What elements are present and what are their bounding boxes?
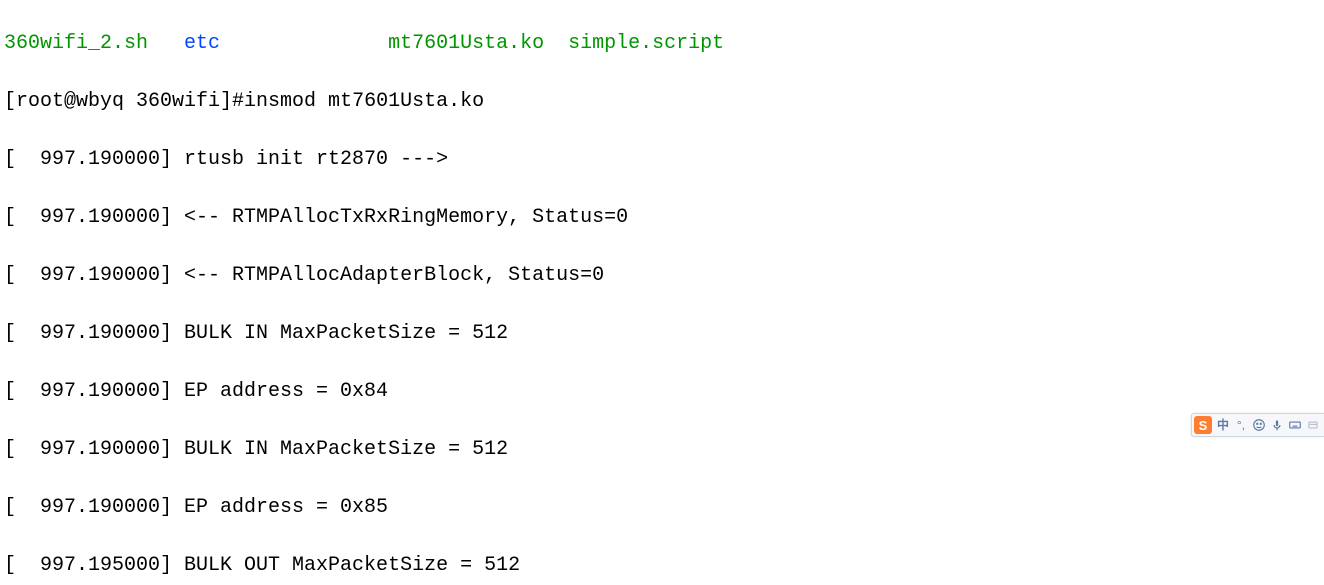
dmesg-line: [ 997.190000] rtusb init rt2870 ---> xyxy=(4,145,1320,174)
prompt-line: [root@wbyq 360wifi]#insmod mt7601Usta.ko xyxy=(4,87,1320,116)
shell-command: insmod mt7601Usta.ko xyxy=(244,90,484,113)
dmesg-line: [ 997.190000] BULK IN MaxPacketSize = 51… xyxy=(4,435,1320,464)
ls-file-3: simple.script xyxy=(568,32,724,55)
ime-emoji-icon[interactable] xyxy=(1250,416,1268,434)
dmesg-line: [ 997.190000] BULK IN MaxPacketSize = 51… xyxy=(4,319,1320,348)
ime-logo-icon[interactable]: S xyxy=(1194,416,1212,434)
ime-language-toggle[interactable]: 中 xyxy=(1214,416,1232,434)
dmesg-line: [ 997.195000] BULK OUT MaxPacketSize = 5… xyxy=(4,551,1320,580)
ls-file-1: 360wifi_2.sh xyxy=(4,32,148,55)
dmesg-line: [ 997.190000] <-- RTMPAllocAdapterBlock,… xyxy=(4,261,1320,290)
ime-softkeyboard-icon[interactable] xyxy=(1286,416,1304,434)
ime-logo-text: S xyxy=(1199,411,1208,440)
ime-settings-icon[interactable] xyxy=(1304,416,1322,434)
shell-prompt: [root@wbyq 360wifi]# xyxy=(4,90,244,113)
dmesg-line: [ 997.190000] EP address = 0x85 xyxy=(4,493,1320,522)
terminal-output[interactable]: 360wifi_2.sh etc mt7601Usta.ko simple.sc… xyxy=(0,0,1324,585)
ime-toolbar[interactable]: S 中 °, xyxy=(1191,413,1324,437)
ls-file-2: mt7601Usta.ko xyxy=(388,32,544,55)
dmesg-line: [ 997.190000] EP address = 0x84 xyxy=(4,377,1320,406)
ime-punctuation-toggle[interactable]: °, xyxy=(1232,416,1250,434)
ls-line: 360wifi_2.sh etc mt7601Usta.ko simple.sc… xyxy=(4,29,1320,58)
dmesg-line: [ 997.190000] <-- RTMPAllocTxRxRingMemor… xyxy=(4,203,1320,232)
ls-dir-1: etc xyxy=(184,32,220,55)
ime-voice-icon[interactable] xyxy=(1268,416,1286,434)
